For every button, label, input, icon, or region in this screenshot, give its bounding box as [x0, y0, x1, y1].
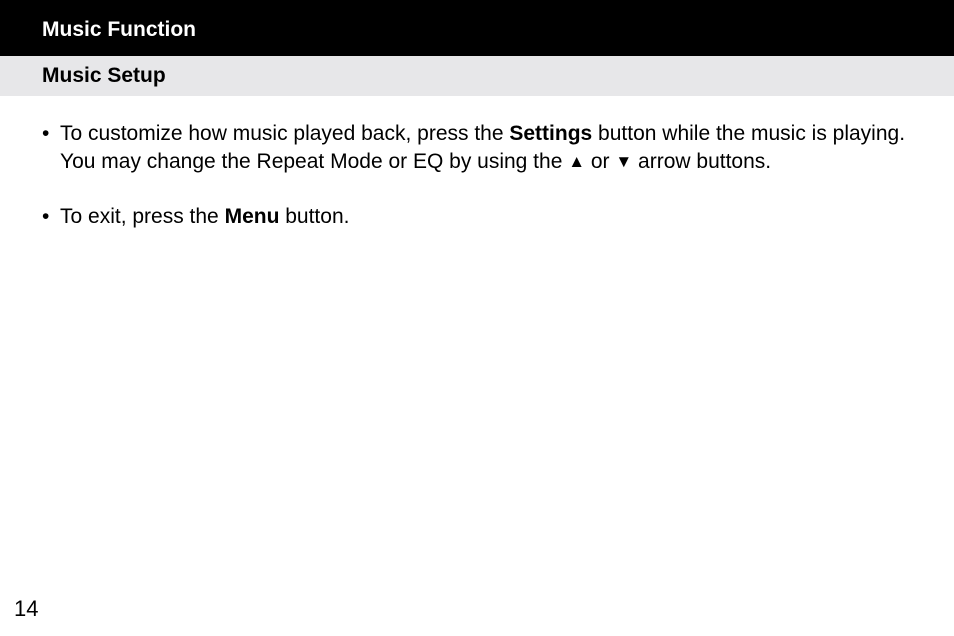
text-fragment: button while the music is playing. — [592, 122, 905, 145]
bullet-dot-icon: • — [42, 203, 49, 231]
text-fragment: arrow buttons. — [632, 150, 771, 173]
bullet-item: • To exit, press the Menu button. — [42, 203, 912, 231]
section-bar: Music Setup — [0, 56, 954, 96]
bold-text: Settings — [509, 122, 592, 145]
bullet-line2: You may change the Repeat Mode or EQ by … — [60, 148, 912, 176]
title-bar: Music Function — [0, 0, 954, 56]
bullet-item: • To customize how music played back, pr… — [42, 120, 912, 177]
up-arrow-icon: ▲ — [568, 152, 585, 171]
down-arrow-icon: ▼ — [615, 152, 632, 171]
bullet-dot-icon: • — [42, 120, 49, 148]
bullet-text: To exit, press the Menu button. — [60, 205, 349, 228]
page-number: 14 — [14, 596, 38, 622]
content-area: • To customize how music played back, pr… — [0, 96, 954, 636]
bold-text: Menu — [225, 205, 280, 228]
text-fragment: button. — [279, 205, 349, 228]
text-fragment: To exit, press the — [60, 205, 225, 228]
bullet-text: To customize how music played back, pres… — [60, 122, 912, 177]
text-fragment: or — [585, 150, 615, 173]
text-fragment: You may change the Repeat Mode or EQ by … — [60, 150, 568, 173]
manual-page: Music Function Music Setup • To customiz… — [0, 0, 954, 636]
text-fragment: To customize how music played back, pres… — [60, 122, 509, 145]
